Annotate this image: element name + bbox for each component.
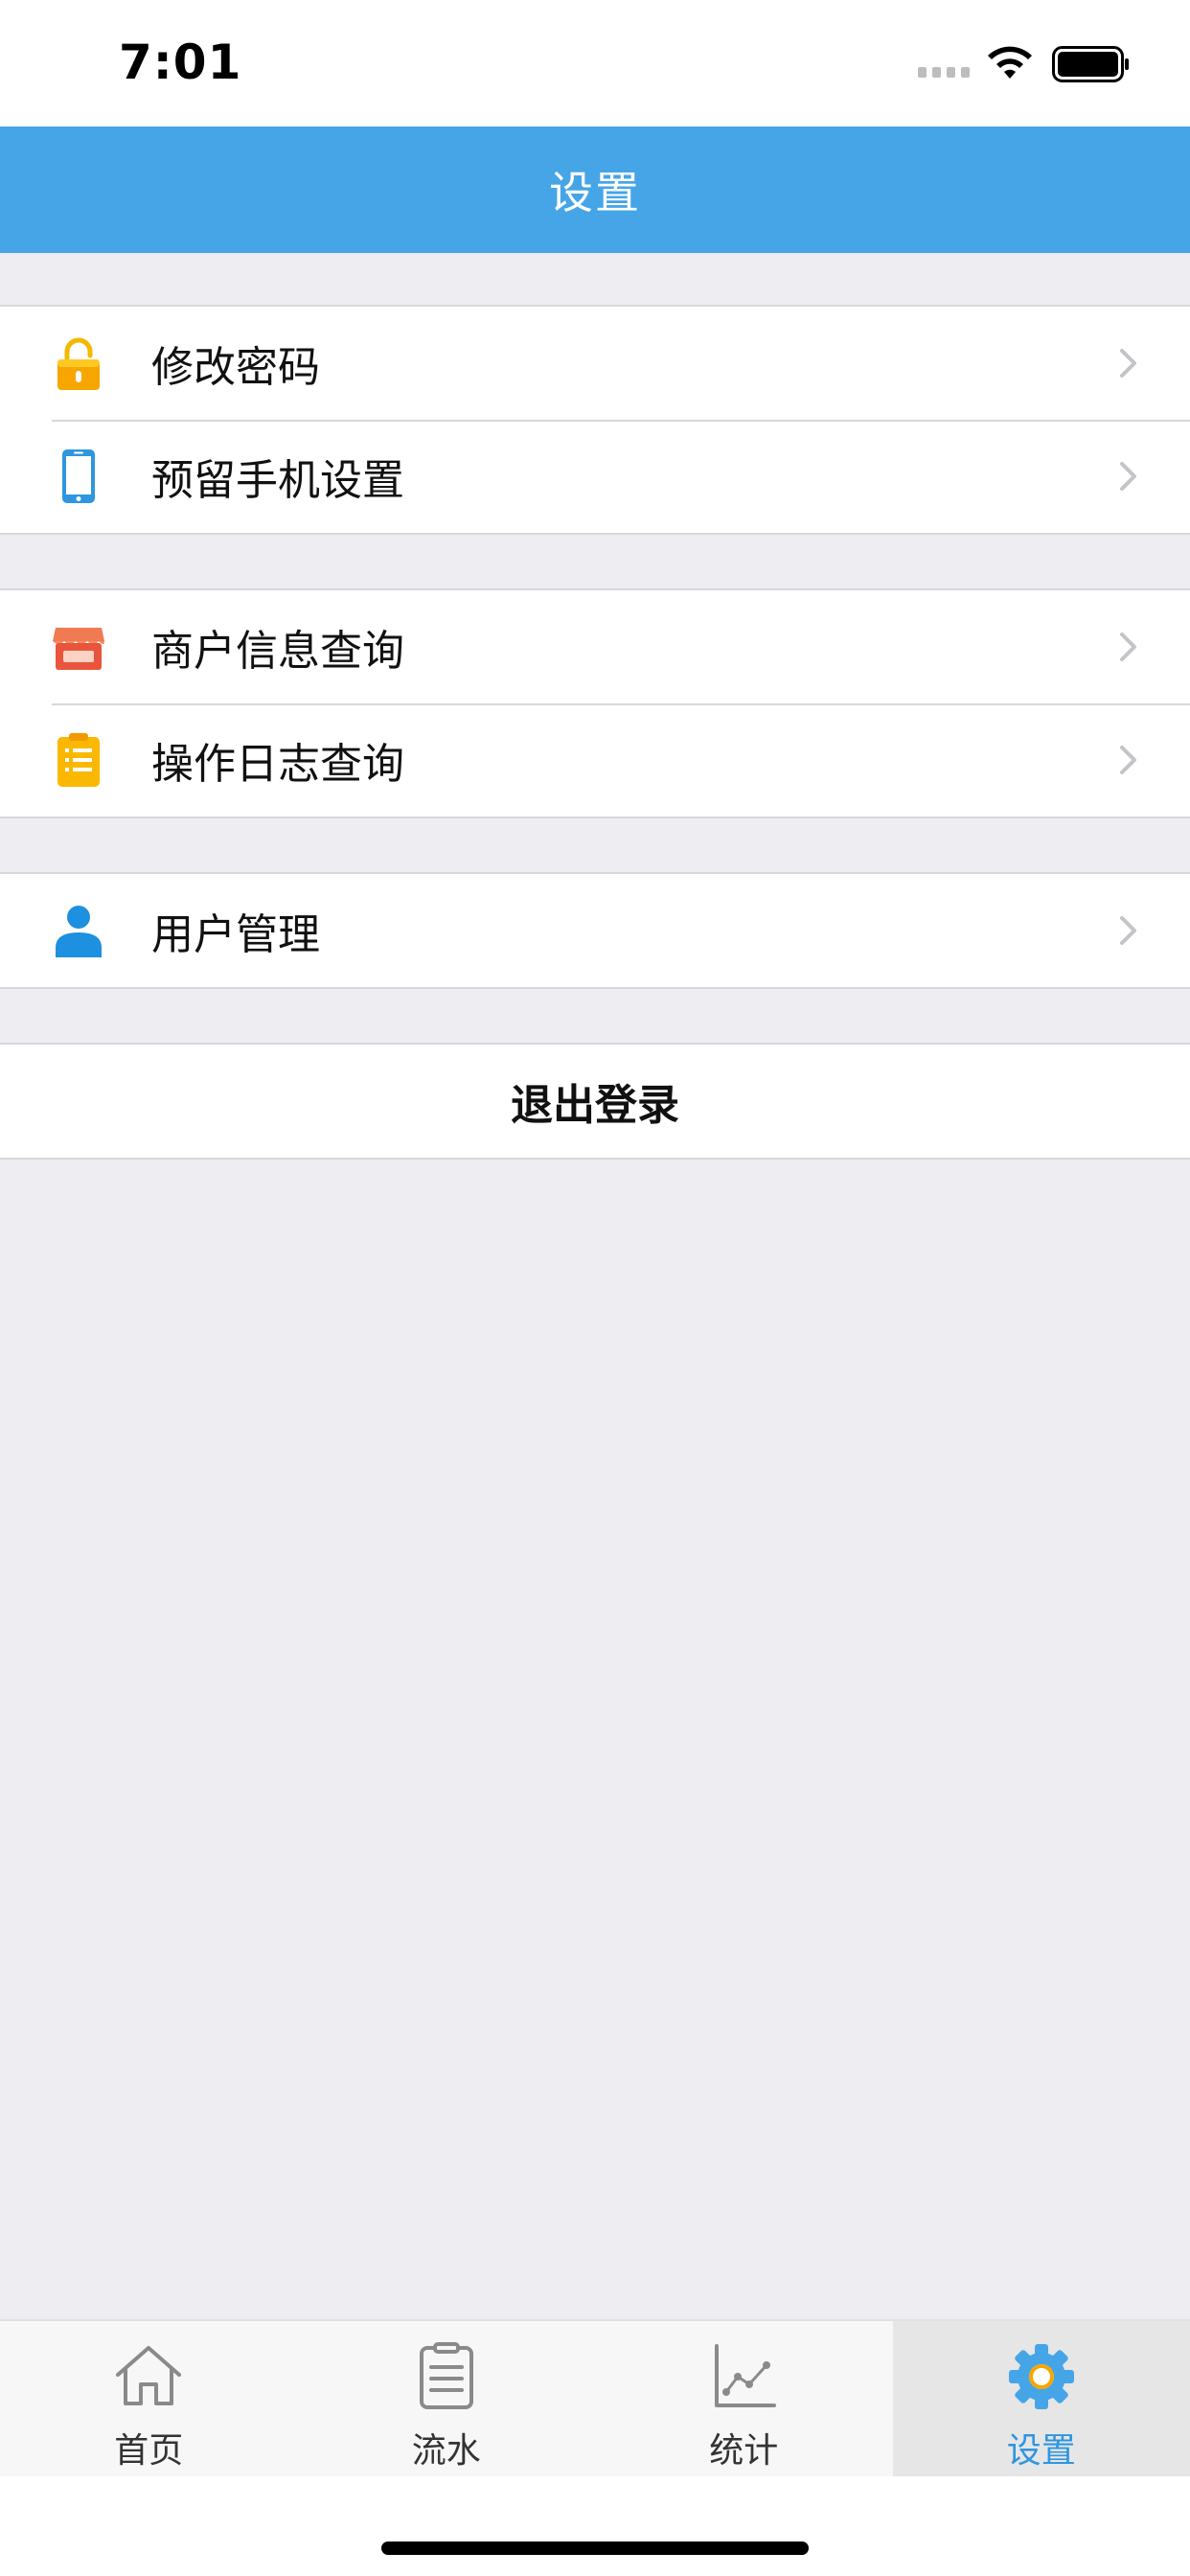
row-user-management[interactable]: 用户管理 [0,874,1190,987]
chevron-right-icon [1120,746,1136,774]
chevron-right-icon [1120,632,1136,661]
battery-icon [1052,46,1129,82]
logout-button[interactable]: 退出登录 [0,1045,1190,1158]
row-label: 操作日志查询 [151,740,404,789]
tab-statistics[interactable]: 统计 [595,2321,893,2476]
signal-icon [918,67,970,78]
tab-label: 统计 [709,2431,779,2471]
logout-group: 退出登录 [0,1043,1190,1160]
tab-home[interactable]: 首页 [0,2321,298,2476]
status-time: 7:01 [119,34,242,90]
row-change-password[interactable]: 修改密码 [0,307,1190,420]
tab-transactions[interactable]: 流水 [298,2321,596,2476]
tab-settings[interactable]: 设置 [892,2321,1190,2476]
tab-label: 首页 [114,2431,184,2471]
chevron-right-icon [1120,916,1136,945]
status-bar: 7:01 [0,0,1190,126]
settings-group-account: 修改密码 预留手机设置 [0,305,1190,535]
home-indicator-area [0,2476,1190,2576]
home-icon [116,2346,182,2405]
chevron-right-icon [1120,349,1136,378]
tab-label: 设置 [1006,2431,1076,2471]
chart-icon [715,2344,777,2407]
row-label: 用户管理 [151,910,320,959]
row-label: 商户信息查询 [151,627,404,676]
store-icon [53,628,104,670]
phone-icon [62,449,95,503]
row-merchant-info[interactable]: 商户信息查询 [0,590,1190,703]
lock-icon [57,337,100,390]
page-title: 设置 [549,167,641,218]
tab-bar: 首页 流水 统计 设置 [0,2319,1190,2476]
row-operation-log[interactable]: 操作日志查询 [0,703,1190,816]
row-label: 预留手机设置 [151,456,404,505]
settings-group-users: 用户管理 [0,872,1190,989]
chevron-right-icon [1120,462,1136,491]
settings-group-query: 商户信息查询 操作日志查询 [0,588,1190,818]
list-icon [419,2342,473,2409]
user-icon [56,906,102,957]
home-indicator[interactable] [381,2542,809,2555]
wifi-icon [988,46,1032,79]
tab-label: 流水 [411,2431,481,2471]
row-label: 修改密码 [151,343,320,392]
logout-label: 退出登录 [511,1081,679,1130]
clipboard-icon [57,733,100,787]
gear-icon [1008,2344,1074,2409]
row-reserved-phone[interactable]: 预留手机设置 [0,420,1190,533]
nav-bar: 设置 [0,126,1190,253]
